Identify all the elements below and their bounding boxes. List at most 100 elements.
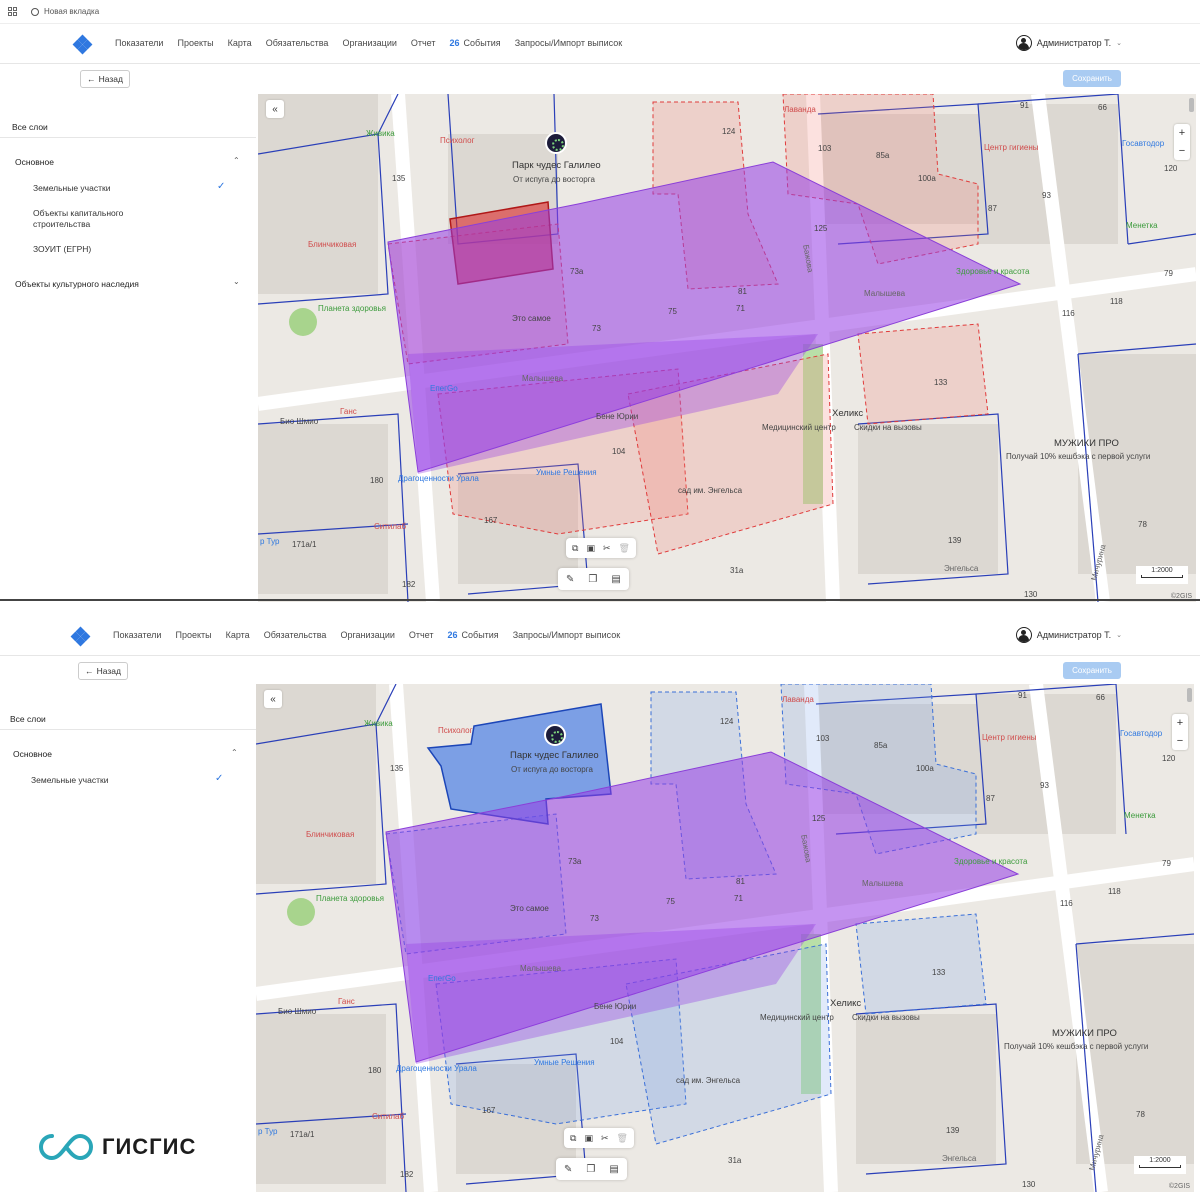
scrollbar-thumb[interactable]: [1187, 688, 1192, 702]
building-number: 31а: [730, 566, 744, 575]
map-label: Блинчиковая: [308, 240, 357, 249]
map-label: Парк чудес Галилео: [510, 750, 599, 761]
nav-requests[interactable]: Запросы/Импорт выписок: [515, 38, 622, 48]
building-number: 73а: [570, 267, 584, 276]
group-main[interactable]: Основное: [15, 157, 54, 167]
map-label: Лаванда: [784, 105, 816, 114]
app-logo-icon[interactable]: [70, 626, 91, 647]
back-button[interactable]: ← Назад: [80, 70, 130, 88]
building-number: 66: [1096, 693, 1105, 702]
screen-top: Показатели Проекты Карта Обязательства О…: [0, 24, 1200, 604]
map-view[interactable]: « + − Живика Психолог Парк чудес Галилео…: [258, 94, 1196, 602]
save-button[interactable]: Сохранить: [1063, 662, 1121, 679]
group-heritage[interactable]: Объекты культурного наследия: [15, 279, 139, 289]
building-number: 118: [1108, 887, 1121, 896]
scrollbar-thumb[interactable]: [1189, 98, 1194, 112]
browser-tab-title: Новая вкладка: [44, 7, 100, 16]
zoom-in-button[interactable]: +: [1174, 124, 1190, 142]
nav-projects[interactable]: Проекты: [177, 38, 213, 48]
apps-grid-icon[interactable]: [8, 7, 17, 16]
union-icon[interactable]: ▣: [584, 1133, 593, 1144]
layer-land-plots[interactable]: Земельные участки: [33, 183, 153, 194]
map-label: Здоровье и красота: [954, 857, 1028, 866]
map-view[interactable]: « + − Живика Психолог Парк чудес Галилео…: [256, 684, 1194, 1192]
building-number: 182: [400, 1170, 414, 1179]
nav-indicators[interactable]: Показатели: [113, 630, 161, 640]
park-galileo-icon[interactable]: [544, 724, 566, 746]
building-number: 79: [1164, 269, 1173, 278]
building-number: 85а: [874, 741, 888, 750]
zoom-in-button[interactable]: +: [1172, 714, 1188, 732]
building-number: 75: [668, 307, 677, 316]
app-logo-icon[interactable]: [72, 34, 93, 55]
draw-polygon-icon[interactable]: ✎: [566, 574, 574, 585]
building-number: 118: [1110, 297, 1123, 306]
nav-events[interactable]: 26 События: [450, 38, 501, 48]
nav-indicators[interactable]: Показатели: [115, 38, 163, 48]
map-label: Лаванда: [782, 695, 814, 704]
chevron-up-icon[interactable]: ⌃: [231, 748, 238, 757]
nav-obligations[interactable]: Обязательства: [264, 630, 327, 640]
check-icon[interactable]: ✓: [217, 181, 225, 192]
nav-map[interactable]: Карта: [226, 630, 250, 640]
nav-projects[interactable]: Проекты: [175, 630, 211, 640]
document-icon[interactable]: ▤: [609, 1164, 618, 1175]
events-badge: 26: [447, 630, 458, 640]
main-nav: Показатели Проекты Карта Обязательства О…: [113, 630, 620, 640]
browser-tab[interactable]: Новая вкладка: [31, 7, 99, 16]
save-button[interactable]: Сохранить: [1063, 70, 1121, 87]
layers-sidebar: Все слои Основное ⌃ Земельные участки ✓: [0, 686, 256, 1196]
map-label: Госавтодор: [1122, 139, 1165, 148]
layer-capital-objects[interactable]: Объекты капитального строительства: [33, 208, 153, 230]
building-number: 130: [1024, 590, 1038, 599]
scissors-icon[interactable]: ✂: [601, 1133, 609, 1144]
document-icon[interactable]: ▤: [611, 574, 620, 585]
check-icon[interactable]: ✓: [215, 773, 223, 784]
building-number: 116: [1060, 899, 1073, 908]
all-layers-title: Все слои: [12, 122, 48, 132]
user-avatar-icon: [1015, 35, 1032, 51]
trash-icon[interactable]: 🗑: [619, 543, 630, 554]
nav-obligations[interactable]: Обязательства: [266, 38, 329, 48]
nav-requests[interactable]: Запросы/Импорт выписок: [513, 630, 620, 640]
trash-icon[interactable]: 🗑: [617, 1133, 628, 1144]
nav-events[interactable]: 26 События: [448, 630, 499, 640]
group-main[interactable]: Основное: [13, 749, 52, 759]
union-icon[interactable]: ▣: [586, 543, 595, 554]
park-galileo-icon[interactable]: [545, 132, 567, 154]
map-label: Получай 10% кешбэка с первой услуги: [1004, 1042, 1149, 1051]
merge-icon[interactable]: ⧉: [572, 543, 578, 554]
chevron-down-icon[interactable]: ⌄: [233, 277, 240, 286]
draw-polygon-icon[interactable]: ✎: [564, 1164, 572, 1175]
copy-icon[interactable]: ❐: [586, 1164, 595, 1175]
collapse-panel-button[interactable]: «: [266, 100, 284, 118]
building-number: 31а: [728, 1156, 742, 1165]
arrow-left-icon: ←: [85, 666, 94, 676]
nav-organizations[interactable]: Организации: [340, 630, 394, 640]
draw-toolbar: ✎ ❐ ▤: [556, 1158, 627, 1180]
building-number: 93: [1040, 781, 1049, 790]
globe-icon: [31, 7, 39, 16]
chevron-down-icon: ⌄: [1116, 40, 1122, 47]
map-label: Малышева: [862, 879, 904, 888]
chevron-up-icon[interactable]: ⌃: [233, 156, 240, 165]
nav-organizations[interactable]: Организации: [342, 38, 396, 48]
zoom-out-button[interactable]: −: [1172, 732, 1188, 750]
nav-report[interactable]: Отчет: [409, 630, 434, 640]
layer-zouit[interactable]: ЗОУИТ (ЕГРН): [33, 244, 153, 255]
back-button[interactable]: ← Назад: [78, 662, 128, 680]
map-label: Медицинский центр: [762, 423, 836, 432]
building-number: 78: [1136, 1110, 1145, 1119]
merge-icon[interactable]: ⧉: [570, 1133, 576, 1144]
zoom-out-button[interactable]: −: [1174, 142, 1190, 160]
collapse-panel-button[interactable]: «: [264, 690, 282, 708]
user-menu[interactable]: Администратор Т. ⌄: [1015, 627, 1122, 643]
building-number: 87: [986, 794, 995, 803]
map-label: Психолог: [438, 726, 473, 735]
nav-report[interactable]: Отчет: [411, 38, 436, 48]
scissors-icon[interactable]: ✂: [603, 543, 611, 554]
copy-icon[interactable]: ❐: [588, 574, 597, 585]
layer-land-plots[interactable]: Земельные участки: [31, 775, 151, 786]
nav-map[interactable]: Карта: [228, 38, 252, 48]
user-menu[interactable]: Администратор Т. ⌄: [1015, 35, 1122, 51]
